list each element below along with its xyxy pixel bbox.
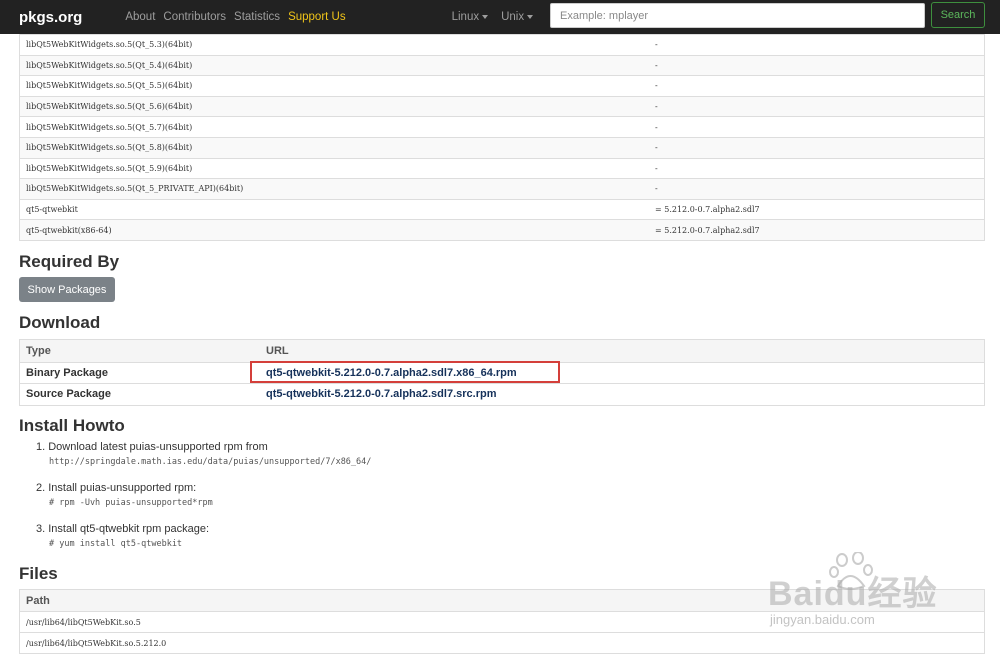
provides-table: libQt5WebKitWidgets.so.5(Qt_5.3)(64bit) -… (19, 34, 985, 241)
provides-name: qt5-qtwebkit(x86-64) (26, 225, 112, 235)
provides-version: - (655, 122, 658, 132)
source-package-link[interactable]: qt5-qtwebkit-5.212.0-0.7.alpha2.sdl7.src… (266, 388, 496, 400)
package-type: Binary Package (26, 366, 108, 379)
step-code: # yum install qt5-qtwebkit (49, 539, 183, 549)
chevron-down-icon (482, 15, 489, 19)
provides-name: libQt5WebKitWidgets.so.5(Qt_5.8)(64bit) (26, 143, 193, 153)
provides-name: libQt5WebKitWidgets.so.5(Qt_5.4)(64bit) (26, 60, 193, 70)
provides-version: - (655, 102, 658, 112)
provides-version: - (655, 184, 658, 194)
table-row: qt5-qtwebkit = 5.212.0-0.7.alpha2.sdl7 (20, 198, 984, 220)
step-code: # rpm -Uvh puias-unsupported*rpm (49, 498, 213, 508)
provides-name: libQt5WebKitWidgets.so.5(Qt_5.7)(64bit) (26, 122, 193, 132)
table-row: libQt5WebKitWidgets.so.5(Qt_5.6)(64bit) - (20, 95, 984, 117)
table-row: Source Package qt5-qtwebkit-5.212.0-0.7.… (20, 383, 984, 405)
download-table-header: Type URL (20, 340, 984, 362)
step-code: http://springdale.math.ias.edu/data/puia… (49, 457, 372, 467)
nav-links: About Contributors Statistics Support Us (125, 11, 353, 23)
os-dropdowns: Linux Unix (452, 11, 547, 23)
required-by-heading: Required By (19, 252, 120, 271)
provides-name: libQt5WebKitWidgets.so.5(Qt_5.3)(64bit) (26, 40, 193, 50)
search-button[interactable]: Search (931, 2, 985, 28)
table-row: libQt5WebKitWidgets.so.5(Qt_5.5)(64bit) - (20, 75, 984, 96)
step-title: 3. Install qt5-qtwebkit rpm package: (36, 523, 210, 535)
provides-version: - (655, 81, 658, 91)
nav-contributors-link[interactable]: Contributors (163, 11, 226, 23)
paw-icon (829, 552, 873, 590)
path-column-header: Path (20, 590, 984, 611)
provides-version: - (655, 163, 658, 173)
provides-version: - (655, 40, 658, 50)
provides-version: = 5.212.0-0.7.alpha2.sdl7 (655, 205, 760, 215)
package-type: Source Package (26, 388, 111, 401)
install-howto-heading: Install Howto (19, 416, 125, 435)
chevron-down-icon (527, 15, 534, 19)
provides-version: = 5.212.0-0.7.alpha2.sdl7 (655, 225, 760, 235)
nav-statistics-link[interactable]: Statistics (234, 11, 280, 23)
nav-support-us-link[interactable]: Support Us (288, 11, 346, 23)
table-row: /usr/lib64/libQt5WebKit.so.5 (20, 611, 984, 632)
table-row: /usr/lib64/libQt5WebKit.so.5.212.0 (20, 632, 984, 653)
unix-dropdown[interactable]: Unix (501, 11, 534, 23)
install-step: 1. Download latest puias-unsupported rpm… (36, 441, 371, 467)
files-table: Path /usr/lib64/libQt5WebKit.so.5 /usr/l… (19, 589, 985, 654)
provides-version: - (655, 143, 658, 153)
provides-name: libQt5WebKitWidgets.so.5(Qt_5.9)(64bit) (26, 163, 193, 173)
provides-name: qt5-qtwebkit (26, 205, 78, 215)
provides-name: libQt5WebKitWidgets.so.5(Qt_5.6)(64bit) (26, 102, 193, 112)
url-column-header: URL (266, 344, 289, 357)
red-highlight-box (250, 361, 560, 383)
show-packages-button[interactable]: Show Packages (19, 277, 115, 302)
provides-name: libQt5WebKitWidgets.so.5(Qt_5_PRIVATE_AP… (26, 184, 244, 194)
linux-dropdown-label: Linux (451, 11, 480, 23)
unix-dropdown-label: Unix (501, 11, 525, 23)
table-row: libQt5WebKitWidgets.so.5(Qt_5.9)(64bit) - (20, 157, 984, 179)
table-row: libQt5WebKitWidgets.so.5(Qt_5.4)(64bit) - (20, 54, 984, 76)
linux-dropdown[interactable]: Linux (452, 11, 489, 23)
nav-about-link[interactable]: About (125, 11, 155, 23)
type-column-header: Type (26, 344, 51, 357)
brand-logo[interactable]: pkgs.org (19, 9, 82, 26)
table-row: libQt5WebKitWidgets.so.5(Qt_5_PRIVATE_AP… (20, 178, 984, 199)
table-row: libQt5WebKitWidgets.so.5(Qt_5.8)(64bit) - (20, 136, 984, 158)
table-row: qt5-qtwebkit(x86-64) = 5.212.0-0.7.alpha2… (20, 219, 984, 240)
step-title: 2. Install puias-unsupported rpm: (36, 482, 197, 494)
download-heading: Download (19, 313, 101, 332)
files-heading: Files (19, 564, 58, 583)
provides-name: libQt5WebKitWidgets.so.5(Qt_5.5)(64bit) (26, 81, 193, 91)
install-step: 2. Install puias-unsupported rpm: # rpm … (36, 482, 213, 508)
top-navbar: pkgs.org About Contributors Statistics S… (0, 0, 1000, 34)
table-row: libQt5WebKitWidgets.so.5(Qt_5.3)(64bit) - (20, 34, 984, 55)
provides-version: - (655, 60, 658, 70)
search-input[interactable] (550, 3, 925, 28)
install-step: 3. Install qt5-qtwebkit rpm package: # y… (36, 523, 209, 549)
table-row: libQt5WebKitWidgets.so.5(Qt_5.7)(64bit) - (20, 116, 984, 137)
step-title: 1. Download latest puias-unsupported rpm… (36, 441, 268, 453)
